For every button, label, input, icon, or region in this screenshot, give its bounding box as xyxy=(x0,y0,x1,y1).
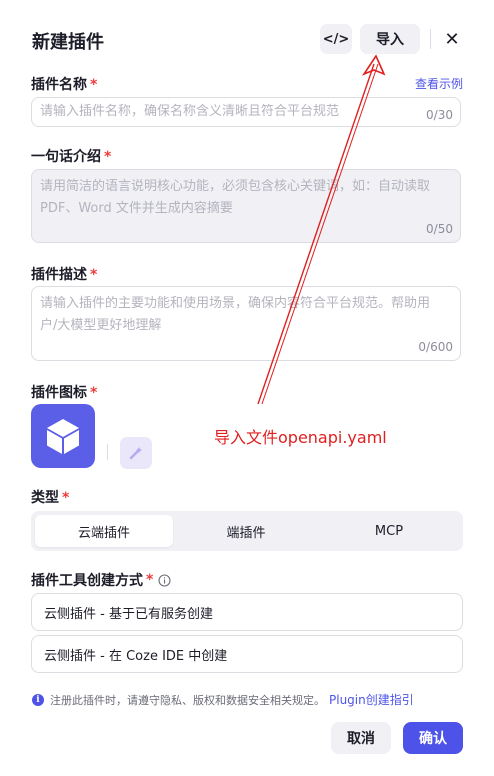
annotation-arrow xyxy=(257,54,386,405)
annotation-text: 导入文件openapi.yaml xyxy=(214,428,387,447)
